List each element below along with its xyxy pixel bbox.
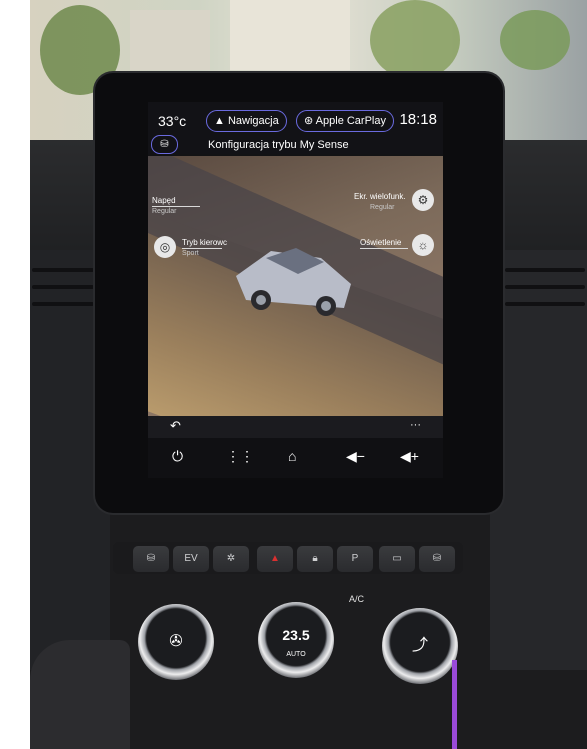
home-icon[interactable]: ⌂ bbox=[288, 448, 296, 464]
temperature-display: 23.5 AUTO bbox=[282, 627, 310, 658]
outside-temperature: 33°c bbox=[158, 113, 187, 129]
hard-button-row: ⛁ EV ✲ ▲ 🔒︎ P ▭ ⛁ bbox=[113, 542, 463, 574]
air-flow-icon: ⤴ bbox=[411, 637, 428, 654]
air-vent-slat bbox=[505, 285, 585, 289]
hazard-button[interactable]: ▲ bbox=[257, 546, 293, 572]
apps-grid-icon[interactable]: ⋮⋮ bbox=[226, 448, 254, 465]
more-options-button[interactable]: ··· bbox=[410, 419, 421, 431]
seat-icon: ⛁ bbox=[160, 139, 169, 150]
eco-button[interactable]: ✲ bbox=[213, 546, 249, 572]
fan-icon: ✇ bbox=[169, 633, 183, 650]
steering-wheel-icon[interactable]: ◎ bbox=[154, 236, 176, 258]
seat-button[interactable]: ⛁ bbox=[151, 135, 178, 154]
clock: 18:18 bbox=[399, 111, 437, 128]
air-vent-slat bbox=[32, 268, 94, 272]
ev-button[interactable]: EV bbox=[173, 546, 209, 572]
air-distribution-knob[interactable]: ⤴ bbox=[382, 608, 458, 684]
building bbox=[130, 10, 210, 70]
seat-heating-button[interactable]: ⛁ bbox=[133, 546, 169, 572]
volume-down-icon[interactable]: ◀− bbox=[346, 448, 365, 465]
setting-oswietlenie-label[interactable]: Oświetlenie bbox=[360, 238, 401, 247]
ambient-light-strip bbox=[452, 660, 457, 749]
photo-scene: 33°c ▲ Nawigacja ⊛ Apple CarPlay 18:18 ⛁… bbox=[0, 0, 587, 749]
tree bbox=[370, 0, 460, 80]
setting-naped-value: Regular bbox=[152, 208, 177, 215]
passenger-shoe bbox=[30, 640, 130, 749]
multisense-icon[interactable]: ⚙ bbox=[412, 189, 434, 211]
setting-divider bbox=[152, 206, 200, 207]
setting-ekran-value: Regular bbox=[370, 204, 395, 211]
setting-divider bbox=[360, 248, 408, 249]
navigation-arrow-icon: ▲ bbox=[214, 115, 225, 127]
setting-divider bbox=[182, 248, 222, 249]
screen-title: Konfiguracja trybu My Sense bbox=[208, 139, 349, 151]
navigation-button[interactable]: ▲ Nawigacja bbox=[206, 110, 287, 132]
setting-naped-label[interactable]: Napęd bbox=[152, 196, 176, 205]
carplay-button[interactable]: ⊛ Apple CarPlay bbox=[296, 110, 394, 132]
air-vent-slat bbox=[32, 285, 94, 289]
bottom-nav-bar: ⏻ ⋮⋮ ⌂ ◀− ◀+ bbox=[148, 438, 443, 478]
car-3d-model bbox=[236, 248, 351, 316]
building bbox=[230, 0, 350, 70]
fan-speed-knob[interactable]: ✇ bbox=[138, 604, 214, 680]
temperature-knob[interactable]: 23.5 AUTO bbox=[258, 602, 334, 678]
power-icon[interactable]: ⏻ bbox=[172, 448, 183, 465]
dashboard-right bbox=[490, 250, 587, 670]
car-view: Napęd Regular ◎ Tryb kierowc Sport Ekr. … bbox=[148, 156, 443, 416]
action-bar: ↶ ··· bbox=[148, 416, 443, 438]
ac-label[interactable]: A/C bbox=[349, 594, 364, 604]
air-vent-slat bbox=[505, 302, 585, 306]
tree bbox=[500, 10, 570, 70]
white-border bbox=[0, 0, 30, 749]
back-arrow-icon[interactable]: ↶ bbox=[170, 418, 181, 434]
lock-button[interactable]: 🔒︎ bbox=[297, 546, 333, 572]
camera-button[interactable]: ▭ bbox=[379, 546, 415, 572]
seat-button-right[interactable]: ⛁ bbox=[419, 546, 455, 572]
carplay-icon: ⊛ bbox=[304, 115, 314, 127]
lighting-icon[interactable]: ☼ bbox=[412, 234, 434, 256]
air-vent-slat bbox=[32, 302, 94, 306]
setting-tryb-kierowcy-value: Sport bbox=[182, 250, 199, 257]
setting-ekran-label[interactable]: Ekr. wielofunk. bbox=[354, 192, 406, 201]
parking-sensor-button[interactable]: P bbox=[337, 546, 373, 572]
air-vent-slat bbox=[505, 268, 585, 272]
setting-tryb-kierowcy-label[interactable]: Tryb kierowc bbox=[182, 238, 227, 247]
status-bar: 33°c ▲ Nawigacja ⊛ Apple CarPlay 18:18 ⛁… bbox=[148, 102, 443, 154]
volume-up-icon[interactable]: ◀+ bbox=[400, 448, 419, 465]
infotainment-screen: 33°c ▲ Nawigacja ⊛ Apple CarPlay 18:18 ⛁… bbox=[148, 102, 443, 478]
